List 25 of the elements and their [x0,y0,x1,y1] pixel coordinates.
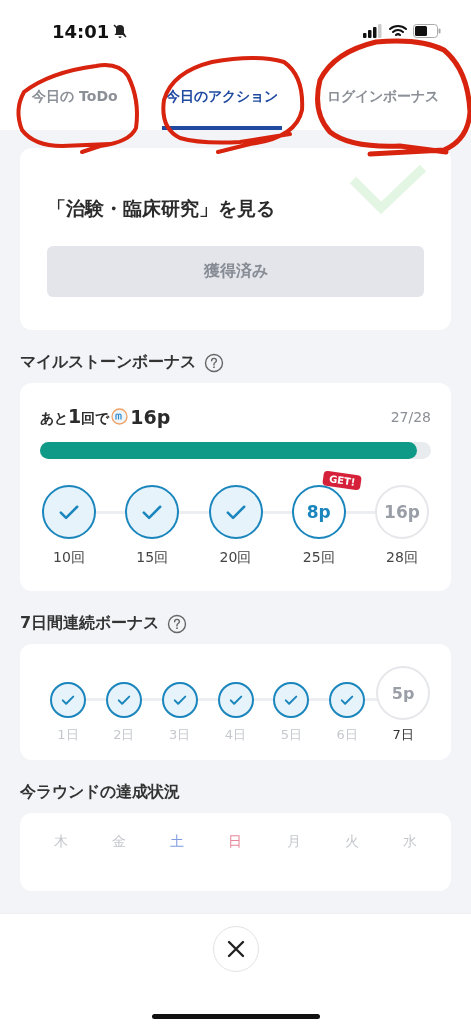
weekday-label: 水 [401,833,418,851]
weekday-label: 木 [53,833,69,851]
milestone-label: 28回 [386,549,418,567]
reward-points: 16p [130,405,171,428]
section-title: 7日間連続ボーナス [20,613,160,634]
milestone-label: 20回 [219,549,252,567]
get-badge: GET! [322,470,363,491]
milestone-circle: 16p [375,485,429,539]
progress-count: 27/28 [390,408,431,425]
section-title: マイルストーンボーナス [20,352,196,373]
tab[interactable]: ログインボーナス [322,62,443,130]
weekday-label: 土 [169,833,186,851]
tab[interactable]: 今日のアクション [162,62,283,130]
day-circle: 5p [376,666,431,720]
section-title: 今ラウンドの達成状況 [20,782,180,803]
action-title: 「治験・臨床研究」を見る [47,196,276,221]
weekday-label: 金 [111,833,128,851]
milestone-label: 15回 [136,549,169,567]
weekday-label: 日 [227,833,244,851]
tab[interactable]: 今日の ToDo [28,62,122,130]
status-time: 14:01 [52,20,110,42]
day-label: 7日 [392,726,414,744]
weekday-label: 火 [343,833,360,851]
milestone-label: 10回 [53,549,85,567]
milestone-label: 25回 [302,549,335,567]
